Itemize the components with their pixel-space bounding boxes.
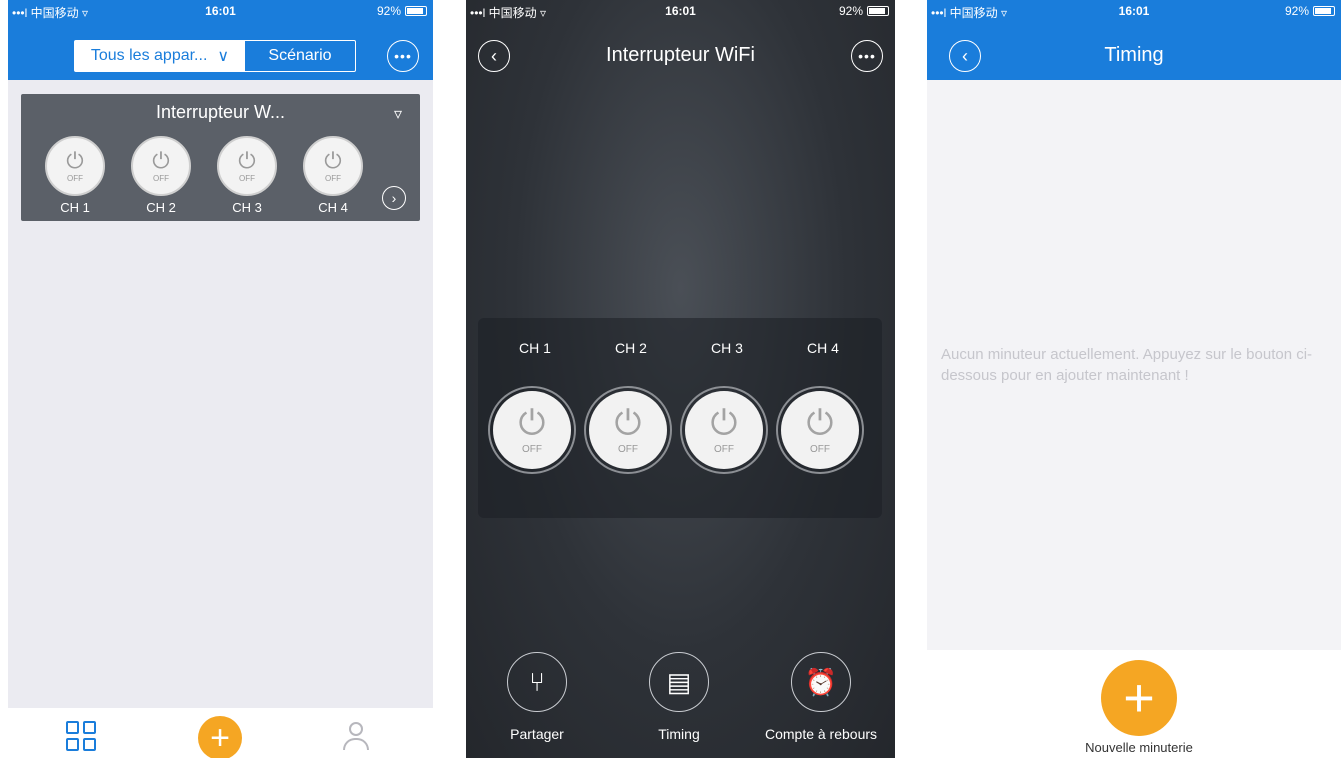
device-card[interactable]: Interrupteur W... ▿ ⏻ OFF ⏻ OFF ⏻ OFF ⏻ OFF … <box>21 94 420 221</box>
page-title: Timing <box>1104 44 1164 66</box>
ch1-power-button[interactable]: ⏻ OFF <box>45 136 105 196</box>
channel-label: CH 2 <box>146 200 176 215</box>
state-label: OFF <box>67 173 83 183</box>
timing-screen: •••l 中国移动 ▿ 16:01 92% ‹ Timing Aucun min… <box>927 0 1341 758</box>
clock: 16:01 <box>665 4 696 18</box>
status-bar: •••l 中国移动 ▿ 16:01 92% <box>466 0 895 22</box>
more-options-icon[interactable]: ••• <box>387 40 419 72</box>
battery-percent: 92% <box>376 4 401 18</box>
chevron-down-icon: ∨ <box>217 48 230 65</box>
power-icon: ⏻ <box>806 403 834 442</box>
clock: 16:01 <box>1118 4 1150 18</box>
calendar-icon: ▤ <box>649 652 709 712</box>
chevron-right-icon[interactable]: › <box>382 186 406 210</box>
wifi-icon: ▿ <box>393 106 402 123</box>
page-title: Interrupteur WiFi <box>606 44 755 66</box>
status-right: 92% <box>839 4 889 18</box>
state-label: OFF <box>239 173 255 183</box>
devices-grid-icon[interactable] <box>66 721 96 751</box>
top-bar: •••l 中国移动 ▿ 16:01 92% Tous les appar... ∨… <box>8 0 433 80</box>
clock: 16:01 <box>205 4 236 18</box>
more-options-icon[interactable]: ••• <box>851 40 883 72</box>
channel-label: CH 4 <box>318 200 348 215</box>
devices-screen: •••l 中国移动 ▿ 16:01 92% Tous les appar... ∨… <box>8 0 433 758</box>
scenario-tab[interactable]: Scénario <box>245 41 355 71</box>
bottom-bar: + Nouvelle minuterie <box>927 650 1341 758</box>
power-icon: ⏻ <box>518 403 546 442</box>
all-devices-dropdown[interactable]: Tous les appar... ∨ <box>75 41 245 71</box>
timing-label: Timing <box>658 726 700 742</box>
battery-icon <box>867 6 889 16</box>
add-timer-button[interactable]: + <box>1101 660 1177 736</box>
share-icon: ⑂ <box>507 652 567 712</box>
state-label: OFF <box>522 443 542 455</box>
power-icon: ⏻ <box>238 147 256 173</box>
power-icon: ⏻ <box>710 403 738 442</box>
all-devices-label: Tous les appar... <box>90 47 208 64</box>
state-label: OFF <box>714 443 734 455</box>
channel-label: CH 1 <box>519 340 551 356</box>
countdown-label: Compte à rebours <box>764 726 878 742</box>
view-segment: Tous les appar... ∨ Scénario <box>74 40 356 72</box>
battery-icon <box>1313 6 1335 16</box>
countdown-button[interactable]: ⏰ Compte à rebours <box>756 652 886 742</box>
battery-icon <box>405 6 427 16</box>
ch3-power-button[interactable]: ⏻ OFF <box>680 386 768 474</box>
ch3-power-button[interactable]: ⏻ OFF <box>217 136 277 196</box>
battery-percent: 92% <box>838 4 863 18</box>
tab-bar: + <box>8 708 433 758</box>
channel-label: CH 4 <box>807 340 839 356</box>
add-timer-label: Nouvelle minuterie <box>1085 740 1193 755</box>
status-right: 92% <box>377 4 427 18</box>
status-bar: •••l 中国移动 ▿ 16:01 92% <box>927 0 1341 22</box>
power-icon: ⏻ <box>324 147 342 173</box>
power-icon: ⏻ <box>152 147 170 173</box>
share-button[interactable]: ⑂ Partager <box>472 652 602 742</box>
channel-label: CH 1 <box>60 200 90 215</box>
channel-label: CH 3 <box>711 340 743 356</box>
status-bar: •••l 中国移动 ▿ 16:01 92% <box>8 0 433 22</box>
ch1-power-button[interactable]: ⏻ OFF <box>488 386 576 474</box>
ch2-power-button[interactable]: ⏻ OFF <box>584 386 672 474</box>
state-label: OFF <box>325 173 341 183</box>
power-icon: ⏻ <box>66 147 84 173</box>
share-label: Partager <box>510 726 564 742</box>
ch4-power-button[interactable]: ⏻ OFF <box>776 386 864 474</box>
state-label: OFF <box>153 173 169 183</box>
status-right: 92% <box>1285 4 1335 18</box>
device-detail-screen: •••l 中国移动 ▿ 16:01 92% ‹ Interrupteur WiF… <box>466 0 895 758</box>
ch2-power-button[interactable]: ⏻ OFF <box>131 136 191 196</box>
channel-label: CH 2 <box>615 340 647 356</box>
ch4-power-button[interactable]: ⏻ OFF <box>303 136 363 196</box>
state-label: OFF <box>618 443 638 455</box>
alarm-clock-icon: ⏰ <box>791 652 851 712</box>
channels-panel: CH 1 CH 2 CH 3 CH 4 ⏻ OFF ⏻ OFF ⏻ OFF ⏻ OFF <box>478 318 882 518</box>
device-title: Interrupteur W... <box>155 102 286 122</box>
profile-icon[interactable] <box>343 722 369 752</box>
timing-button[interactable]: ▤ Timing <box>614 652 744 742</box>
power-icon: ⏻ <box>614 403 642 442</box>
channel-label: CH 3 <box>232 200 262 215</box>
empty-state-message: Aucun minuteur actuellement. Appuyez sur… <box>941 346 1313 384</box>
add-device-button[interactable]: + <box>198 716 242 758</box>
battery-percent: 92% <box>1284 4 1309 18</box>
state-label: OFF <box>810 443 830 455</box>
top-bar: •••l 中国移动 ▿ 16:01 92% ‹ Timing <box>927 0 1341 80</box>
